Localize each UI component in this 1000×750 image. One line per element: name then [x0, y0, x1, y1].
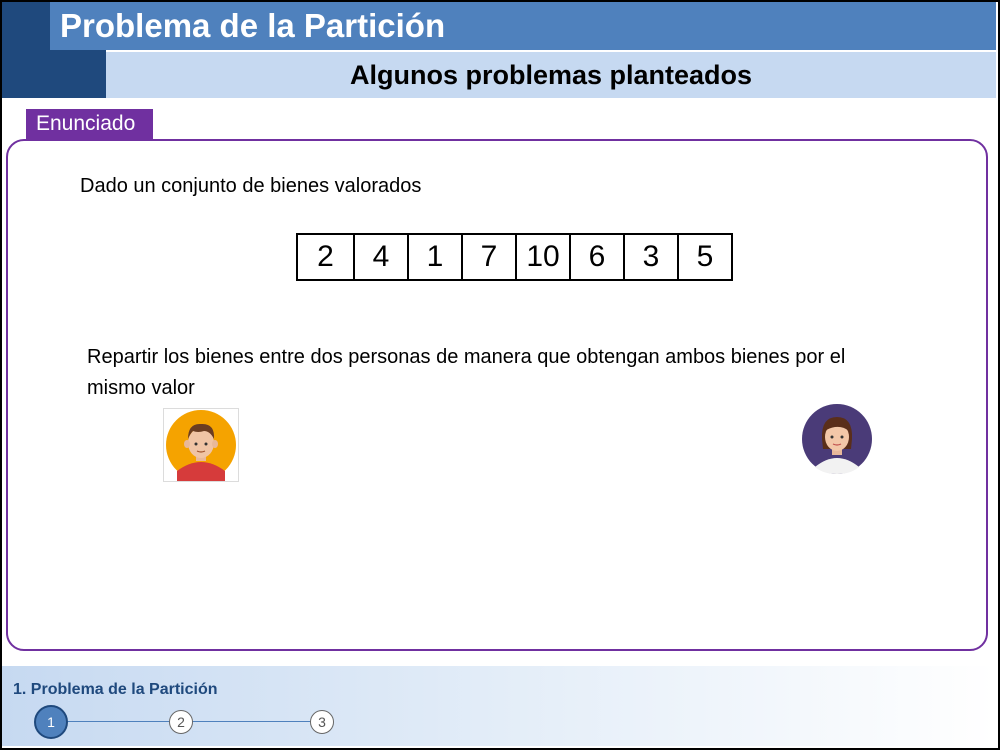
- intro-text: Dado un conjunto de bienes valorados: [80, 175, 422, 197]
- value-cell: 4: [353, 235, 407, 279]
- step-1-button[interactable]: 1: [34, 705, 68, 739]
- value-cell: 2: [317, 240, 334, 273]
- value-cell: 7: [461, 235, 515, 279]
- footer-bar: [2, 666, 996, 746]
- task-text: Repartir los bienes entre dos personas d…: [87, 346, 846, 399]
- value-cell: 3: [623, 235, 677, 279]
- header-accent-block-lower: [2, 50, 106, 98]
- step-3-button[interactable]: 3: [310, 710, 334, 734]
- page-title: Problema de la Partición: [50, 2, 996, 50]
- section-tab-label: Enunciado: [26, 109, 153, 139]
- value-cell: 5: [677, 235, 731, 279]
- value-cell: 6: [569, 235, 623, 279]
- man-avatar-icon: [163, 408, 239, 482]
- woman-avatar-icon: [801, 403, 873, 475]
- values-array: 2 4 1 7 10 6 3 5: [296, 233, 733, 281]
- value-cell: 1: [407, 235, 461, 279]
- step-2-button[interactable]: 2: [169, 710, 193, 734]
- footer-section-title: 1. Problema de la Partición: [13, 681, 218, 698]
- header-accent-block: [2, 2, 50, 50]
- page-subtitle: Algunos problemas planteados: [106, 52, 996, 98]
- value-cell: 10: [515, 235, 569, 279]
